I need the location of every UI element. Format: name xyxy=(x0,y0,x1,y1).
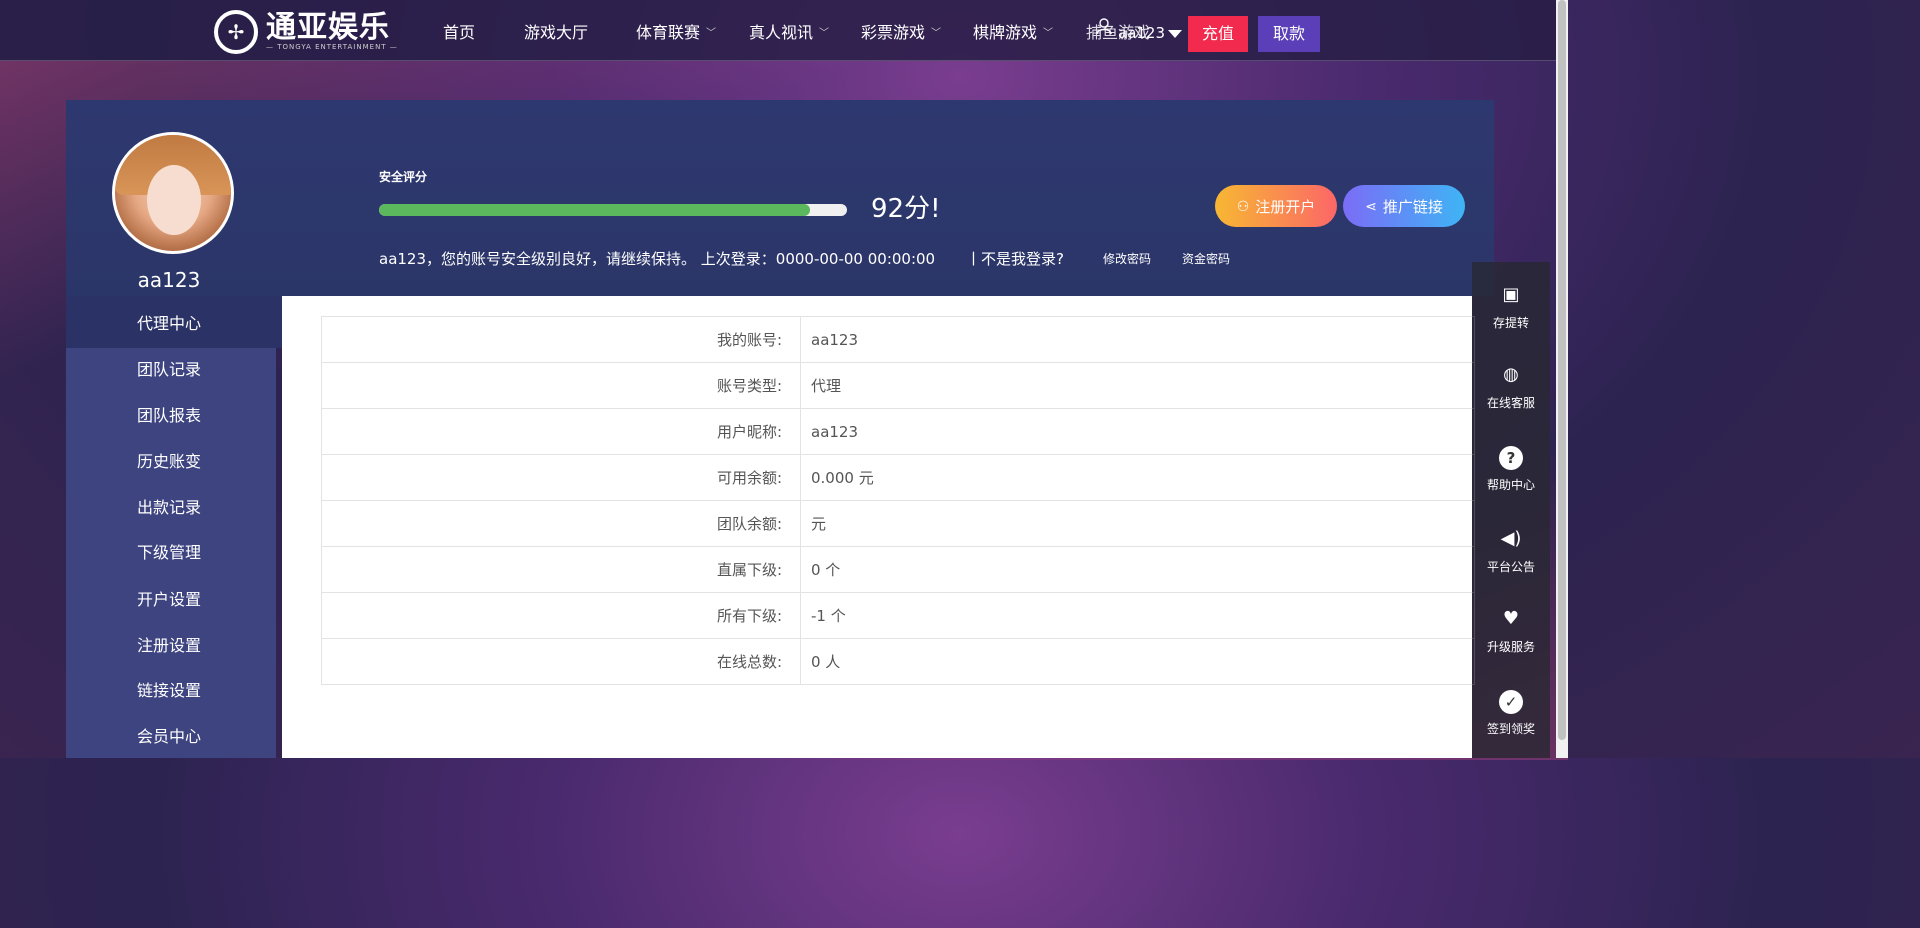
info-key: 可用余额: xyxy=(321,454,801,501)
table-row: 直属下级: 0 个 xyxy=(321,546,1475,593)
heart-pulse-icon: ♥ xyxy=(1502,608,1520,629)
logo[interactable]: ✢ 通亚娱乐 — TONGYA ENTERTAINMENT — xyxy=(214,9,398,54)
nav-item-lottery[interactable]: 彩票游戏 ﹀ xyxy=(861,22,941,45)
top-nav: ✢ 通亚娱乐 — TONGYA ENTERTAINMENT — 首页 游戏大厅 … xyxy=(0,0,1568,61)
nav-item-home[interactable]: 首页 xyxy=(443,22,475,44)
scrollbar-thumb[interactable] xyxy=(1558,0,1566,740)
rail-item-support[interactable]: ◍ 在线客服 xyxy=(1472,362,1550,411)
fund-password-link[interactable]: 资金密码 xyxy=(1182,250,1230,267)
user-add-icon: ⚇ xyxy=(1236,197,1250,214)
logo-subtitle: — TONGYA ENTERTAINMENT — xyxy=(266,42,398,51)
table-row: 在线总数: 0 人 xyxy=(321,638,1475,685)
info-key: 团队余额: xyxy=(321,500,801,547)
account-status-text: aa123，您的账号安全级别良好，请继续保持。 上次登录：0000-00-00 … xyxy=(379,250,936,268)
info-key: 我的账号: xyxy=(321,316,801,363)
info-key: 所有下级: xyxy=(321,592,801,639)
help-icon: ? xyxy=(1499,446,1523,470)
sidebar-item-account-settings[interactable]: 开户设置 xyxy=(66,589,272,611)
table-row: 我的账号: aa123 xyxy=(321,316,1475,363)
user-icon xyxy=(1096,18,1112,34)
security-score-bar xyxy=(379,204,847,216)
info-value: -1 个 xyxy=(800,592,1475,639)
nav-item-sports[interactable]: 体育联赛 ﹀ xyxy=(636,22,716,45)
promo-link-button[interactable]: ⋖ 推广链接 xyxy=(1343,185,1465,227)
chevron-down-icon: ﹀ xyxy=(1043,28,1054,39)
logo-mark-icon: ✢ xyxy=(214,10,258,54)
info-value: 元 xyxy=(800,500,1475,547)
sidebar-item-withdraw-records[interactable]: 出款记录 xyxy=(66,497,272,519)
info-value: aa123 xyxy=(800,316,1475,363)
nav-username[interactable]: aa123 xyxy=(1118,24,1165,42)
sidebar-item-subordinates[interactable]: 下级管理 xyxy=(66,542,272,564)
nav-item-game-lobby[interactable]: 游戏大厅 xyxy=(524,22,588,44)
info-value: 代理 xyxy=(800,362,1475,409)
rail-item-announcements[interactable]: ◀) 平台公告 xyxy=(1472,526,1550,575)
account-info-table: 我的账号: aa123 账号类型: 代理 用户昵称: aa123 可用余额: 0.000… xyxy=(321,316,1475,685)
security-score-label: 安全评分 xyxy=(379,170,428,184)
table-row: 用户昵称: aa123 xyxy=(321,408,1475,455)
info-value: 0 人 xyxy=(800,638,1475,685)
sidebar-item-link-settings[interactable]: 链接设置 xyxy=(66,680,272,702)
info-key: 用户昵称: xyxy=(321,408,801,455)
withdraw-button[interactable]: 取款 xyxy=(1258,16,1320,52)
sidebar-item-member-center[interactable]: 会员中心 xyxy=(66,726,272,748)
logo-title: 通亚娱乐 xyxy=(266,9,390,45)
deposit-button[interactable]: 充值 xyxy=(1188,16,1248,52)
check-circle-icon: ✓ xyxy=(1499,690,1523,714)
rail-item-transfer[interactable]: ▣ 存提转 xyxy=(1472,282,1550,331)
info-value: 0 个 xyxy=(800,546,1475,593)
wallet-icon: ▣ xyxy=(1502,284,1520,305)
profile-username: aa123 xyxy=(137,268,201,292)
right-rail xyxy=(1472,262,1550,758)
table-row: 账号类型: 代理 xyxy=(321,362,1475,409)
info-key: 直属下级: xyxy=(321,546,801,593)
info-value: 0.000 元 xyxy=(800,454,1475,501)
register-account-button[interactable]: ⚇ 注册开户 xyxy=(1215,185,1337,227)
sidebar-item-agent-center[interactable]: 代理中心 xyxy=(66,313,272,335)
sidebar-item-team-records[interactable]: 团队记录 xyxy=(66,359,272,381)
speaker-icon: ◀) xyxy=(1500,528,1522,549)
sidebar-item-history[interactable]: 历史账变 xyxy=(66,451,272,473)
nav-item-card-games[interactable]: 棋牌游戏 ﹀ xyxy=(973,22,1053,45)
rail-item-upgrade[interactable]: ♥ 升级服务 xyxy=(1472,606,1550,655)
headset-icon: ◍ xyxy=(1503,364,1519,385)
rail-item-checkin[interactable]: ✓ 签到领奖 xyxy=(1472,690,1550,737)
security-score-value: 92分! xyxy=(871,194,941,224)
change-password-link[interactable]: 修改密码 xyxy=(1103,250,1151,267)
info-key: 账号类型: xyxy=(321,362,801,409)
share-icon: ⋖ xyxy=(1365,197,1377,214)
chevron-down-icon: ﹀ xyxy=(819,28,830,39)
security-score-fill xyxy=(379,204,810,216)
chevron-down-icon: ﹀ xyxy=(706,28,717,39)
table-row: 团队余额: 元 xyxy=(321,500,1475,547)
info-key: 在线总数: xyxy=(321,638,801,685)
nav-item-live-casino[interactable]: 真人视讯 ﹀ xyxy=(749,22,829,45)
info-value: aa123 xyxy=(800,408,1475,455)
rail-item-help[interactable]: ? 帮助中心 xyxy=(1472,446,1550,493)
not-me-link[interactable]: 丨不是我登录? xyxy=(966,248,1064,269)
chevron-down-icon: ﹀ xyxy=(931,28,942,39)
table-row: 可用余额: 0.000 元 xyxy=(321,454,1475,501)
sidebar-item-register-settings[interactable]: 注册设置 xyxy=(66,635,272,657)
table-row: 所有下级: -1 个 xyxy=(321,592,1475,639)
sidebar-item-team-report[interactable]: 团队报表 xyxy=(66,405,272,427)
caret-down-icon[interactable] xyxy=(1168,30,1182,38)
avatar xyxy=(112,132,234,254)
